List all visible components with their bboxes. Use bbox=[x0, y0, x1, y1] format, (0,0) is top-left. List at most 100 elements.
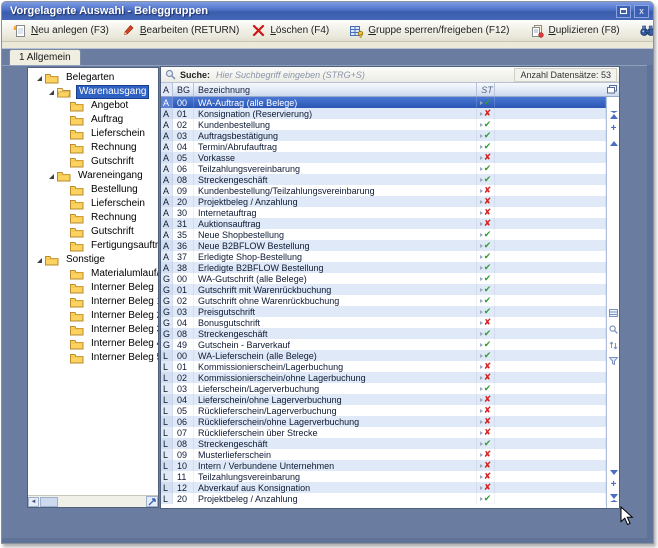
table-row[interactable]: G02Gutschrift ohne Warenrückbuchung✔ bbox=[161, 295, 606, 306]
tree-item-interner-beleg[interactable]: Interner Beleg bbox=[28, 281, 158, 295]
table-row[interactable]: A02Kundenbestellung✔ bbox=[161, 119, 606, 130]
table-row[interactable]: L08Streckengeschäft✔ bbox=[161, 438, 606, 449]
tree-item-interner-beleg-1-pps-[interactable]: Interner Beleg 1 (PPS) bbox=[28, 295, 158, 309]
table-row[interactable]: L10Intern / Verbundene Unternehmen✘ bbox=[161, 460, 606, 471]
table-row[interactable]: L09Musterlieferschein✘ bbox=[161, 449, 606, 460]
suchen-button[interactable]: Suchen (STRG+S) bbox=[634, 22, 654, 40]
tree-item-rechnung[interactable]: Rechnung bbox=[28, 141, 158, 155]
table-row[interactable]: L02Kommissionierschein/ohne Lagerbuchung… bbox=[161, 372, 606, 383]
table-row[interactable]: L00WA-Lieferschein (alle Belege)✔ bbox=[161, 350, 606, 361]
tree-item-fertigungsauftrag-pps-[interactable]: Fertigungsauftrag (PPS) bbox=[28, 239, 158, 253]
tree-item-bestellung[interactable]: Bestellung bbox=[28, 183, 158, 197]
column-header-blank[interactable] bbox=[495, 83, 619, 96]
table-row[interactable]: L12Abverkauf aus Konsignation✘ bbox=[161, 482, 606, 493]
scroll-to-bottom-icon[interactable] bbox=[607, 492, 619, 504]
table-row[interactable]: A01Konsignation (Reservierung)✘ bbox=[161, 108, 606, 119]
filter-funnel-icon[interactable] bbox=[607, 355, 619, 367]
scroll-to-top-icon[interactable] bbox=[607, 109, 619, 121]
table-row[interactable]: A30Internetauftrag✘ bbox=[161, 207, 606, 218]
cell-blank bbox=[495, 350, 606, 361]
table-row[interactable]: L04Lieferschein/ohne Lagerverbuchung✘ bbox=[161, 394, 606, 405]
cell-status: ✔ bbox=[477, 229, 495, 240]
restore-button[interactable] bbox=[616, 5, 631, 18]
title-bar[interactable]: Vorgelagerte Auswahl - Beleggruppen x bbox=[2, 2, 653, 20]
gruppe-sperren-button[interactable]: Gruppe sperren/freigeben (F12) bbox=[343, 22, 515, 40]
loeschen-button[interactable]: Löschen (F4) bbox=[245, 22, 335, 40]
tree-item-materialumlauf-reparatur[interactable]: Materialumlauf/Reparatur bbox=[28, 267, 158, 281]
status-active-icon: ✔ bbox=[484, 274, 492, 283]
tree-item-lieferschein[interactable]: Lieferschein bbox=[28, 127, 158, 141]
tree-item-gutschrift[interactable]: Gutschrift bbox=[28, 225, 158, 239]
table-row[interactable]: L03Lieferschein/Lagerverbuchung✔ bbox=[161, 383, 606, 394]
duplizieren-button[interactable]: Duplizieren (F8) bbox=[523, 22, 625, 40]
table-row[interactable]: L01Kommissionierschein/Lagerbuchung✘ bbox=[161, 361, 606, 372]
scroll-down-icon[interactable] bbox=[607, 466, 619, 478]
tree-horizontal-scrollbar[interactable]: ◄ bbox=[28, 495, 158, 507]
cell-a: G bbox=[161, 317, 173, 328]
table-row[interactable]: A00WA-Auftrag (alle Belege)✔ bbox=[161, 97, 606, 108]
tab-allgemein[interactable]: 1 Allgemein bbox=[9, 49, 81, 66]
close-button[interactable]: x bbox=[634, 5, 649, 18]
table-row[interactable]: A36Neue B2BFLOW Bestellung✔ bbox=[161, 240, 606, 251]
tree-item-sonstige[interactable]: Sonstige bbox=[28, 253, 158, 267]
table-row[interactable]: A06Teilzahlungsvereinbarung✔ bbox=[161, 163, 606, 174]
table-row[interactable]: A08Streckengeschäft✔ bbox=[161, 174, 606, 185]
tree-expander-icon[interactable] bbox=[46, 174, 57, 179]
tree-expander-icon[interactable] bbox=[34, 258, 45, 263]
table-row[interactable]: L06Rücklieferschein/ohne Lagerverbuchung… bbox=[161, 416, 606, 427]
table-row[interactable]: G00WA-Gutschrift (alle Belege)✔ bbox=[161, 273, 606, 284]
sort-icon[interactable] bbox=[607, 339, 619, 351]
table-row[interactable]: A35Neue Shopbestellung✔ bbox=[161, 229, 606, 240]
table-row[interactable]: A05Vorkasse✘ bbox=[161, 152, 606, 163]
tree-item-angebot[interactable]: Angebot bbox=[28, 99, 158, 113]
tree-item-auftrag[interactable]: Auftrag bbox=[28, 113, 158, 127]
tree-item-gutschrift[interactable]: Gutschrift bbox=[28, 155, 158, 169]
scroll-jump-icon[interactable]: + bbox=[607, 123, 619, 135]
table-row[interactable]: A20Projektbeleg / Anzahlung✘ bbox=[161, 196, 606, 207]
detach-table-icon[interactable] bbox=[607, 85, 617, 94]
tree-expander-icon[interactable] bbox=[46, 90, 57, 95]
table-row[interactable]: G03Preisgutschrift✔ bbox=[161, 306, 606, 317]
table-row[interactable]: G04Bonusgutschrift✘ bbox=[161, 317, 606, 328]
table-row[interactable]: L20Projektbeleg / Anzahlung✔ bbox=[161, 493, 606, 504]
table-row[interactable]: A04Termin/Abrufauftrag✔ bbox=[161, 141, 606, 152]
table-row[interactable]: A31Auktionsauftrag✘ bbox=[161, 218, 606, 229]
tree-item-rechnung[interactable]: Rechnung bbox=[28, 211, 158, 225]
scrollbar-thumb[interactable] bbox=[40, 497, 58, 507]
table-row[interactable]: G49Gutschein - Barverkauf✔ bbox=[161, 339, 606, 350]
table-row[interactable]: A03Auftragsbestätigung✔ bbox=[161, 130, 606, 141]
bearbeiten-button[interactable]: Bearbeiten (RETURN) bbox=[115, 22, 245, 40]
table-row[interactable]: A37Erledigte Shop-Bestellung✔ bbox=[161, 251, 606, 262]
scroll-up-icon[interactable] bbox=[607, 137, 619, 149]
tree-item-interner-beleg-3-pps-[interactable]: Interner Beleg 3 (PPS) bbox=[28, 323, 158, 337]
tree-item-interner-beleg-2-pps-[interactable]: Interner Beleg 2 (PPS) bbox=[28, 309, 158, 323]
scroll-jump-icon[interactable]: + bbox=[607, 479, 619, 491]
neu-anlegen-button[interactable]: Neu anlegen (F3) bbox=[6, 22, 115, 40]
table-row[interactable]: G08Streckengeschäft✔ bbox=[161, 328, 606, 339]
tree-item-warenausgang[interactable]: Warenausgang bbox=[28, 85, 158, 99]
table-row[interactable]: L05Rücklieferschein/Lagerverbuchung✘ bbox=[161, 405, 606, 416]
column-header-a[interactable]: A bbox=[161, 83, 173, 96]
tree-expander-icon[interactable] bbox=[34, 76, 45, 81]
column-header-st[interactable]: ST bbox=[477, 83, 495, 96]
cell-a: A bbox=[161, 141, 173, 152]
table-row[interactable]: A38Erledigte B2BFLOW Bestellung✔ bbox=[161, 262, 606, 273]
search-input[interactable] bbox=[214, 69, 510, 81]
panel-resize-icon[interactable] bbox=[146, 496, 158, 507]
tree-item-interner-beleg-4-pps-[interactable]: Interner Beleg 4 (PPS) bbox=[28, 337, 158, 351]
table-row[interactable]: L11Teilzahlungsvereinbarung✘ bbox=[161, 471, 606, 482]
table-view-icon[interactable] bbox=[607, 307, 619, 319]
scroll-left-icon[interactable]: ◄ bbox=[28, 497, 39, 507]
cell-bezeichnung: Gutschrift mit Warenrückbuchung bbox=[194, 284, 477, 295]
table-row[interactable]: A09Kundenbestellung/Teilzahlungsvereinba… bbox=[161, 185, 606, 196]
table-row[interactable]: G01Gutschrift mit Warenrückbuchung✔ bbox=[161, 284, 606, 295]
magnifier-icon[interactable] bbox=[607, 323, 619, 335]
tree-item-interner-beleg-5-pps-[interactable]: Interner Beleg 5 (PPS) bbox=[28, 351, 158, 365]
table-row[interactable]: L07Rücklieferschein über Strecke✘ bbox=[161, 427, 606, 438]
column-header-bezeichnung[interactable]: Bezeichnung bbox=[194, 83, 477, 96]
tree-item-wareneingang[interactable]: Wareneingang bbox=[28, 169, 158, 183]
cell-bg: 08 bbox=[173, 328, 194, 339]
tree-item-belegarten[interactable]: Belegarten bbox=[28, 71, 158, 85]
tree-item-lieferschein[interactable]: Lieferschein bbox=[28, 197, 158, 211]
column-header-bg[interactable]: BG bbox=[173, 83, 194, 96]
